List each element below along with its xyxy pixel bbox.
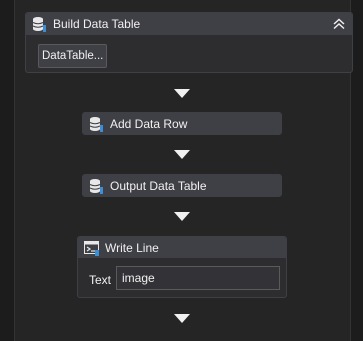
down-arrow-icon — [174, 89, 190, 98]
add-data-row-header[interactable]: Add Data Row — [83, 113, 281, 134]
write-line-header[interactable]: Write Line — [78, 237, 286, 258]
build-data-table-header[interactable]: Build Data Table — [26, 13, 352, 35]
down-arrow-icon — [174, 150, 190, 159]
add-data-row-title: Add Data Row — [110, 116, 188, 131]
workflow-designer-canvas[interactable]: Build Data Table DataTable... Add Data R… — [14, 0, 353, 341]
write-line-activity[interactable]: Write Line Text image — [77, 236, 287, 298]
add-data-row-activity[interactable]: Add Data Row — [82, 112, 282, 135]
database-icon — [89, 178, 103, 194]
write-line-title: Write Line — [105, 240, 159, 255]
database-icon — [32, 16, 46, 32]
output-data-table-header[interactable]: Output Data Table — [83, 175, 281, 196]
datatable-button[interactable]: DataTable... — [38, 44, 108, 68]
down-arrow-icon — [174, 314, 190, 323]
console-icon — [84, 240, 99, 256]
text-input[interactable]: image — [116, 266, 280, 290]
double-chevron-up-icon[interactable] — [332, 17, 346, 31]
database-icon — [89, 116, 103, 132]
output-data-table-activity[interactable]: Output Data Table — [82, 174, 282, 197]
text-label: Text — [89, 273, 112, 287]
output-data-table-title: Output Data Table — [110, 178, 207, 193]
down-arrow-icon — [174, 212, 190, 221]
build-data-table-title: Build Data Table — [53, 17, 141, 31]
build-data-table-activity[interactable]: Build Data Table DataTable... — [25, 12, 353, 73]
